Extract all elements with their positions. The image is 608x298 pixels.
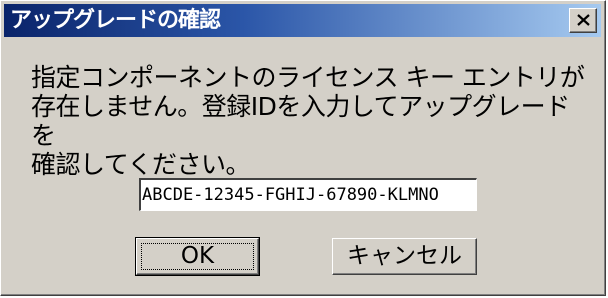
cancel-button[interactable]: キャンセル	[332, 238, 477, 275]
close-button[interactable]	[569, 8, 597, 33]
message-text: 指定コンポーネントのライセンス キー エントリが 存在しません。登録IDを入力し…	[31, 63, 585, 179]
registration-id-input[interactable]	[139, 178, 477, 211]
cancel-button-label: キャンセル	[347, 243, 462, 269]
window-title: アップグレードの確認	[10, 8, 221, 33]
close-icon	[577, 14, 590, 26]
upgrade-confirm-dialog: アップグレードの確認 指定コンポーネントのライセンス キー エントリが 存在しま…	[0, 0, 606, 296]
title-bar[interactable]: アップグレードの確認	[4, 4, 601, 37]
focus-rectangle	[141, 243, 254, 270]
ok-button[interactable]: OK	[135, 237, 260, 276]
